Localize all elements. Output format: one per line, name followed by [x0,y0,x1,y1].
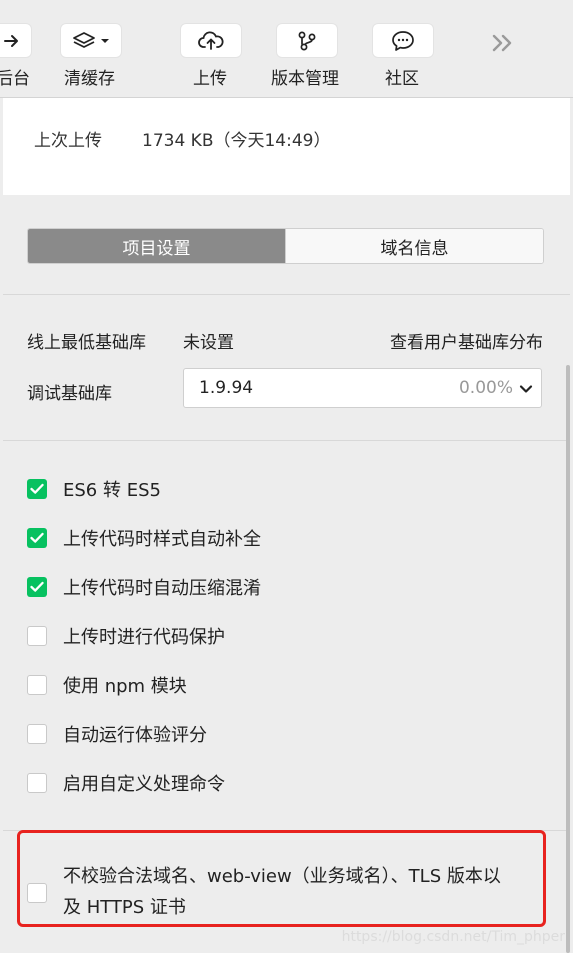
divider [3,440,570,441]
option-row[interactable]: 上传代码时样式自动补全 [27,526,261,550]
scrollbar[interactable] [566,365,570,953]
project-settings-panel: 后台 清缓存 上传 版本管理 社区 上次上传 1734 KB（今天14:49） … [0,0,573,953]
library-distribution-link[interactable]: 查看用户基础库分布 [390,328,543,353]
cloud-upload-icon [198,30,224,50]
skip-domain-check-label[interactable]: 不校验合法域名、web-view（业务域名）、TLS 版本以及 HTTPS 证书 [63,861,513,923]
last-upload-label: 上次上传 [34,131,102,151]
community-button[interactable] [373,24,433,57]
toolbar-label-upload: 上传 [193,69,227,89]
option-label[interactable]: 上传时进行代码保护 [63,623,225,649]
check-icon [30,581,44,592]
clear-cache-button[interactable] [61,24,121,57]
toolbar: 后台 清缓存 上传 版本管理 社区 [0,0,573,98]
option-label[interactable]: ES6 转 ES5 [63,476,161,502]
debug-library-version: 1.9.94 [199,378,254,398]
min-library-value: 未设置 [183,333,234,353]
debug-library-label: 调试基础库 [27,384,112,404]
caret-down-icon [101,38,109,43]
option-row[interactable]: 上传时进行代码保护 [27,624,225,648]
option-checkbox[interactable] [27,479,47,499]
toolbar-label-backend: 后台 [0,69,30,89]
last-upload-value: 1734 KB（今天14:49） [142,131,331,151]
chevron-down-icon [519,385,533,393]
option-checkbox[interactable] [27,773,47,793]
toolbar-label-version-manage: 版本管理 [271,69,339,89]
skip-domain-check-checkbox[interactable] [27,883,47,903]
layers-icon [73,31,95,48]
chat-bubble-icon [392,30,414,51]
arrow-right-icon [3,34,18,47]
option-label[interactable]: 使用 npm 模块 [63,672,187,698]
option-label[interactable]: 启用自定义处理命令 [63,770,225,796]
upload-button[interactable] [181,24,241,57]
option-row[interactable]: 自动运行体验评分 [27,722,207,746]
check-icon [30,532,44,543]
option-checkbox[interactable] [27,577,47,597]
toolbar-label-community: 社区 [385,69,419,89]
option-label[interactable]: 上传代码时自动压缩混淆 [63,574,261,600]
option-checkbox[interactable] [27,528,47,548]
branch-icon [298,31,316,50]
divider [3,294,570,295]
check-icon [30,483,44,494]
toolbar-label-clear-cache: 清缓存 [64,69,115,89]
option-checkbox[interactable] [27,675,47,695]
watermark: https://blog.csdn.net/Tim_phper [341,929,565,945]
debug-library-percent: 0.00% [458,378,513,398]
tab-project-settings[interactable]: 项目设置 [28,229,285,263]
option-row[interactable]: 上传代码时自动压缩混淆 [27,575,261,599]
version-manage-button[interactable] [277,24,337,57]
upload-info-card: 上次上传 1734 KB（今天14:49） [3,98,570,195]
more-tools-button[interactable] [489,30,517,56]
option-label[interactable]: 上传代码时样式自动补全 [63,525,261,551]
option-checkbox[interactable] [27,626,47,646]
tab-domain-info[interactable]: 域名信息 [285,229,543,263]
min-library-label: 线上最低基础库 [27,333,146,353]
settings-tabs: 项目设置 域名信息 [27,228,544,264]
option-row[interactable]: 启用自定义处理命令 [27,771,225,795]
option-row[interactable]: ES6 转 ES5 [27,477,161,501]
option-label[interactable]: 自动运行体验评分 [63,721,207,747]
option-checkbox[interactable] [27,724,47,744]
option-row[interactable]: 使用 npm 模块 [27,673,187,697]
debug-library-select[interactable]: 1.9.94 0.00% [183,368,542,408]
backend-button[interactable] [0,24,31,57]
double-chevron-right-icon [492,34,512,52]
